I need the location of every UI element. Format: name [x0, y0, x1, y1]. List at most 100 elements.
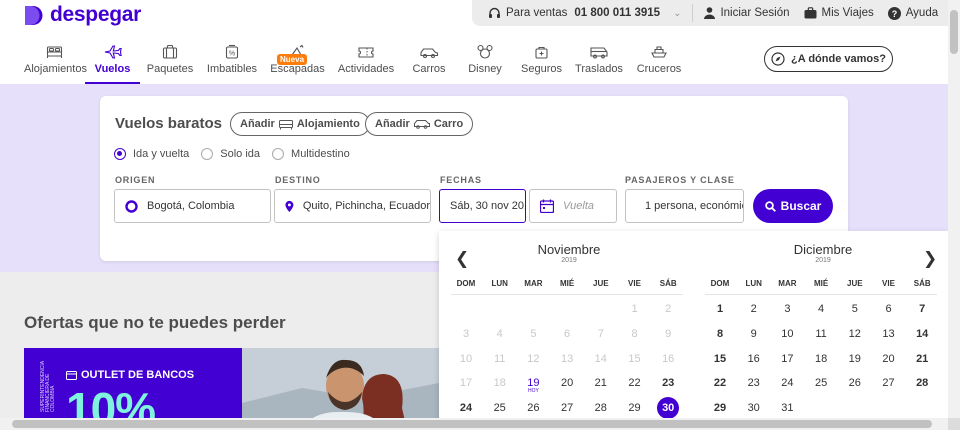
radio-unselected[interactable] [201, 148, 214, 160]
search-button[interactable]: Buscar [753, 189, 833, 223]
calendar-day[interactable]: 27 [878, 377, 900, 389]
calendar-day[interactable]: 22 [624, 377, 646, 389]
weekday-label: JUE [847, 279, 863, 288]
return-date-field[interactable]: Vuelta [529, 189, 617, 223]
calendar-day[interactable]: 29 [709, 402, 731, 414]
calendar-day[interactable]: 20 [878, 353, 900, 365]
calendar-day[interactable]: 25 [489, 402, 511, 414]
trip-type-round[interactable]: Ida y vuelta [114, 148, 189, 160]
calendar-day[interactable]: 22 [709, 377, 731, 389]
destination-field[interactable]: Quito, Pichincha, Ecuador [274, 189, 431, 223]
where-to-button[interactable]: ¿A dónde vamos? [764, 46, 893, 72]
calendar-day[interactable]: 17 [776, 353, 798, 365]
trip-type-oneway[interactable]: Solo ida [201, 148, 260, 160]
calendar-day[interactable]: 15 [709, 353, 731, 365]
nav-item-cruceros[interactable]: Cruceros [628, 40, 690, 84]
calendar-day[interactable]: 27 [556, 402, 578, 414]
chevron-down-icon: ⌄ [673, 7, 682, 19]
nav-item-carros[interactable]: Carros [401, 40, 457, 84]
origin-field[interactable]: Bogotá, Colombia [114, 189, 271, 223]
calendar-day[interactable]: 16 [743, 353, 765, 365]
calendar-day[interactable]: 1 [709, 303, 731, 315]
calendar-day[interactable]: 14 [911, 328, 933, 340]
passengers-field[interactable]: 1 persona, económica [625, 189, 744, 223]
calendar-day: 15 [628, 352, 641, 365]
brand-name: despegar [50, 3, 141, 26]
calendar-day[interactable]: 23 [743, 377, 765, 389]
calendar-day[interactable]: 28 [590, 402, 612, 414]
calendar-day[interactable]: 3 [776, 303, 798, 315]
weekday-label: MAR [778, 279, 797, 288]
calendar-day[interactable]: 11 [810, 328, 832, 340]
radio-unselected[interactable] [272, 148, 285, 160]
sales-phone[interactable]: Para ventas 01 800 011 3915 ⌄ [488, 7, 681, 20]
calendar-day[interactable]: 21 [590, 377, 612, 389]
nav-item-disney[interactable]: Disney [457, 40, 513, 84]
month-year: 2019 [561, 257, 577, 264]
calendar-day[interactable]: 20 [556, 377, 578, 389]
bed-icon [278, 119, 293, 129]
logo-mark-icon [25, 5, 43, 25]
nav-item-vuelos[interactable]: Vuelos [85, 40, 140, 84]
calendar-day[interactable]: 6 [878, 303, 900, 315]
horizontal-scroll-thumb[interactable] [12, 420, 932, 428]
weekday-label: MIÉ [813, 279, 829, 288]
scrollbar-corner [948, 418, 960, 430]
calendar-day-selected[interactable]: 30 [657, 397, 680, 420]
calendar-day: 11 [493, 352, 506, 365]
nav-item-seguros[interactable]: Seguros [513, 40, 570, 84]
calendar-day[interactable]: 31 [776, 402, 798, 414]
calendar-day[interactable]: 30 [743, 402, 765, 414]
nav-item-escapadas[interactable]: Nueva Escapadas [264, 40, 331, 84]
add-hotel-button[interactable]: Añadir Alojamiento [230, 112, 370, 136]
calendar-day[interactable]: 24 [455, 402, 477, 414]
horizontal-scrollbar[interactable] [0, 418, 948, 430]
passengers-label: PASAJEROS Y CLASE [625, 175, 735, 185]
vertical-scrollbar[interactable] [948, 0, 960, 418]
calendar-day: 2 [665, 303, 672, 315]
calendar-day[interactable]: 18 [810, 353, 832, 365]
calendar-day[interactable]: 12 [844, 328, 866, 340]
nav-item-alojamientos[interactable]: Alojamientos [24, 40, 87, 84]
vertical-scroll-thumb[interactable] [950, 10, 958, 54]
nav-label: Actividades [337, 63, 395, 75]
calendar-day[interactable]: 4 [810, 303, 832, 315]
help-link[interactable]: ? Ayuda [887, 6, 938, 20]
nav-item-traslados[interactable]: Traslados [570, 40, 628, 84]
my-trips-link[interactable]: Mis Viajes [804, 7, 874, 19]
calendar-day[interactable]: 21 [911, 353, 933, 365]
calendar-day[interactable]: 7 [911, 303, 933, 315]
calendar-day[interactable]: 8 [709, 328, 731, 340]
calendar-day[interactable]: 26 [522, 402, 544, 414]
nav-item-paquetes[interactable]: Paquetes [140, 40, 200, 84]
passengers-value: 1 persona, económica [645, 200, 744, 212]
month-name: Noviembre [537, 242, 601, 257]
calendar-day[interactable]: 19 [844, 353, 866, 365]
radio-selected[interactable] [114, 148, 126, 160]
trip-type-multi[interactable]: Multidestino [272, 148, 350, 160]
add-car-button[interactable]: Añadir Carro [365, 112, 474, 136]
origin-label: ORIGEN [115, 175, 156, 185]
calendar-day[interactable]: 29 [624, 402, 646, 414]
calendar-day[interactable]: 13 [878, 328, 900, 340]
add-car-label: Carro [433, 118, 464, 130]
weekday-divider [451, 294, 683, 295]
calendar-day[interactable]: 19 HOY [522, 377, 544, 394]
despegar-logo[interactable]: despegar [24, 3, 141, 27]
login-link[interactable]: Iniciar Sesión [704, 7, 790, 19]
calendar-day[interactable]: 28 [911, 377, 933, 389]
depart-date-field[interactable]: Sáb, 30 nov 2019 [439, 189, 526, 223]
calendar-day[interactable]: 10 [776, 328, 798, 340]
calendar-day[interactable]: 25 [810, 377, 832, 389]
calendar-day[interactable]: 5 [844, 303, 866, 315]
weekday-label: MIÉ [559, 279, 575, 288]
calendar-day[interactable]: 2 [743, 303, 765, 315]
calendar-day[interactable]: 24 [776, 377, 798, 389]
ship-icon [651, 46, 667, 58]
calendar-day[interactable]: 9 [743, 328, 765, 340]
calendar-day[interactable]: 23 [657, 377, 679, 389]
calendar-day[interactable]: 26 [844, 377, 866, 389]
nav-item-imbatibles[interactable]: % Imbatibles [200, 40, 264, 84]
destination-label: DESTINO [275, 175, 321, 185]
nav-item-actividades[interactable]: Actividades [331, 40, 401, 84]
